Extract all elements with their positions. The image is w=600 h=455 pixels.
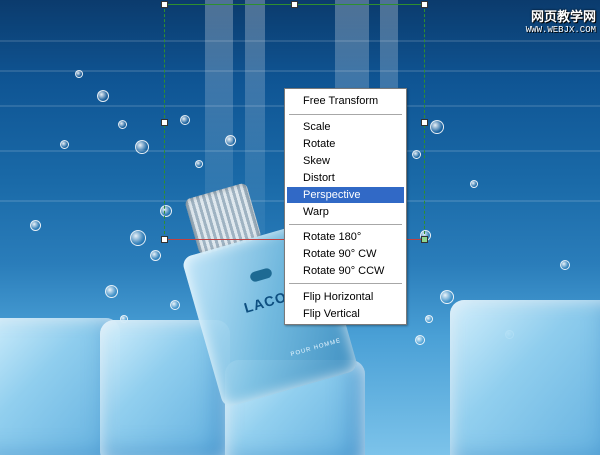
water-ripple xyxy=(0,70,600,72)
menu-item-distort[interactable]: Distort xyxy=(287,170,404,186)
menu-item-scale[interactable]: Scale xyxy=(287,119,404,135)
menu-item-flip-vertical[interactable]: Flip Vertical xyxy=(287,306,404,322)
menu-item-rotate-90-cw[interactable]: Rotate 90° CW xyxy=(287,246,404,262)
bubble xyxy=(180,115,190,125)
transform-handle-top-left[interactable] xyxy=(161,1,168,8)
bubble xyxy=(75,70,83,78)
transform-handle-bottom-left[interactable] xyxy=(161,236,168,243)
menu-item-skew[interactable]: Skew xyxy=(287,153,404,169)
menu-item-flip-horizontal[interactable]: Flip Horizontal xyxy=(287,289,404,305)
transform-handle-top-right[interactable] xyxy=(421,1,428,8)
transform-context-menu: Free Transform Scale Rotate Skew Distort… xyxy=(284,88,407,325)
bubble xyxy=(150,250,161,261)
bubble xyxy=(160,205,172,217)
bubble xyxy=(412,150,421,159)
bubble xyxy=(440,290,454,304)
bubble xyxy=(130,230,146,246)
bubble xyxy=(425,315,433,323)
transform-handle-middle-right[interactable] xyxy=(421,119,428,126)
bubble xyxy=(97,90,109,102)
bubble xyxy=(30,220,41,231)
bubble xyxy=(60,140,69,149)
menu-item-rotate-90-ccw[interactable]: Rotate 90° CCW xyxy=(287,263,404,279)
menu-item-rotate[interactable]: Rotate xyxy=(287,136,404,152)
bubble xyxy=(118,120,127,129)
bubble xyxy=(430,120,444,134)
water-ripple xyxy=(0,40,600,42)
bubble xyxy=(170,300,180,310)
menu-item-perspective[interactable]: Perspective xyxy=(287,187,404,203)
bubble xyxy=(415,335,425,345)
bubble xyxy=(225,135,236,146)
transform-handle-bottom-right[interactable] xyxy=(421,236,428,243)
bubble xyxy=(105,285,118,298)
watermark-url: WWW.WEBJX.COM xyxy=(525,25,596,35)
menu-item-warp[interactable]: Warp xyxy=(287,204,404,220)
watermark-title: 网页教学网 xyxy=(530,10,596,25)
bubble xyxy=(470,180,478,188)
menu-separator xyxy=(289,224,402,225)
site-watermark: 网页教学网 WWW.WEBJX.COM xyxy=(526,6,596,35)
bubble xyxy=(195,160,203,168)
bubble xyxy=(135,140,149,154)
bubble xyxy=(560,260,570,270)
transform-handle-middle-left[interactable] xyxy=(161,119,168,126)
transform-handle-top-center[interactable] xyxy=(291,1,298,8)
menu-separator xyxy=(289,283,402,284)
menu-item-free-transform[interactable]: Free Transform xyxy=(287,93,404,109)
menu-separator xyxy=(289,114,402,115)
menu-item-rotate-180[interactable]: Rotate 180° xyxy=(287,229,404,245)
ice-cube xyxy=(450,300,600,455)
